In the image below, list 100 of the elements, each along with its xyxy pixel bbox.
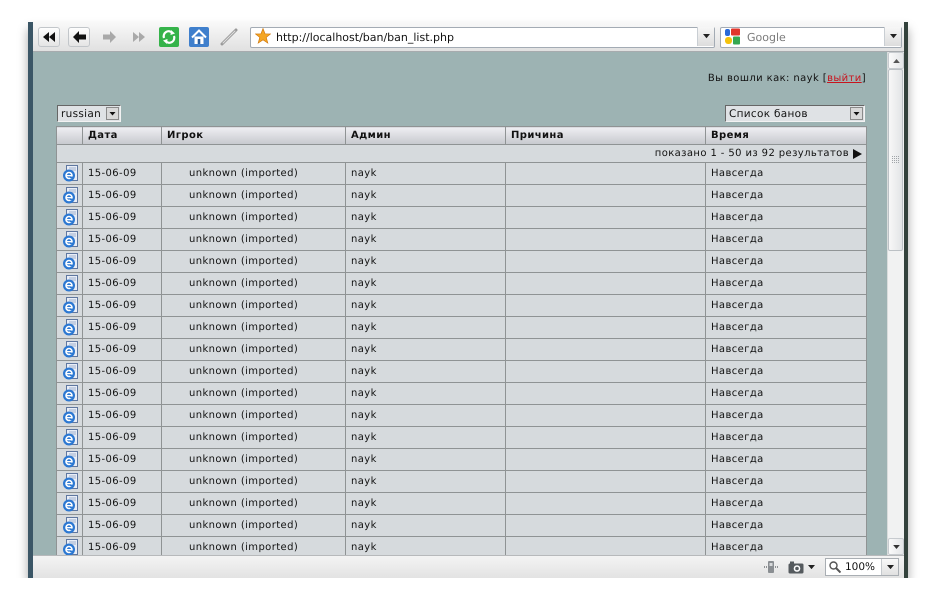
table-cell: Навсегда: [706, 470, 866, 492]
table-cell: Навсегда: [706, 448, 866, 470]
magnifier-icon: [829, 561, 841, 573]
table-cell: unknown (imported): [162, 338, 346, 360]
table-cell: 15-06-09: [82, 382, 162, 404]
table-cell: 15-06-09: [82, 426, 162, 448]
document-icon[interactable]: [62, 407, 78, 424]
table-cell: unknown (imported): [162, 492, 346, 514]
table-cell: 15-06-09: [82, 206, 162, 228]
table-cell: nayk: [346, 426, 506, 448]
caret-icon: [886, 564, 894, 570]
table-cell: 15-06-09: [82, 338, 162, 360]
table-cell: nayk: [346, 294, 506, 316]
document-icon[interactable]: [62, 517, 78, 534]
table-cell: unknown (imported): [162, 448, 346, 470]
next-page-icon[interactable]: [853, 148, 862, 158]
scrollbar-thumb[interactable]: [888, 69, 903, 251]
address-field[interactable]: http://localhost/ban/ban_list.php: [250, 27, 715, 48]
document-icon[interactable]: [62, 385, 78, 402]
table-cell: unknown (imported): [162, 228, 346, 250]
caret-icon: [890, 34, 896, 39]
document-icon[interactable]: [62, 429, 78, 446]
table-cell: nayk: [346, 470, 506, 492]
table-cell: Навсегда: [706, 294, 866, 316]
reload-button[interactable]: [158, 26, 180, 46]
document-icon[interactable]: [62, 473, 78, 490]
table-cell: unknown (imported): [162, 360, 346, 382]
language-select[interactable]: russian: [57, 105, 121, 122]
document-icon[interactable]: [62, 539, 78, 555]
document-icon[interactable]: [62, 495, 78, 512]
table-cell: Навсегда: [706, 338, 866, 360]
table-cell: unknown (imported): [162, 162, 346, 184]
document-icon[interactable]: [62, 451, 78, 468]
search-dropdown-button[interactable]: [884, 27, 901, 46]
view-select[interactable]: Список банов: [725, 105, 865, 122]
scroll-up-button[interactable]: [888, 52, 904, 69]
document-icon[interactable]: [62, 341, 78, 358]
double-left-arrow-icon: [43, 32, 55, 42]
table-cell: Навсегда: [706, 250, 866, 272]
table-cell: unknown (imported): [162, 426, 346, 448]
scroll-down-button[interactable]: [888, 538, 904, 555]
table-cell: 15-06-09: [82, 162, 162, 184]
left-arrow-icon: [72, 30, 86, 42]
table-cell: 15-06-09: [82, 184, 162, 206]
multicolor-logo-icon[interactable]: [724, 28, 741, 45]
table-cell: unknown (imported): [162, 294, 346, 316]
back-button[interactable]: [68, 26, 90, 46]
table-cell: Навсегда: [706, 206, 866, 228]
table-cell: Навсегда: [706, 162, 866, 184]
column-header: Время: [706, 126, 866, 144]
document-icon[interactable]: [62, 165, 78, 182]
document-icon[interactable]: [62, 231, 78, 248]
column-header: Дата: [82, 126, 162, 144]
home-button[interactable]: [188, 26, 210, 46]
document-icon[interactable]: [62, 209, 78, 226]
table-cell: nayk: [346, 184, 506, 206]
rewind-button[interactable]: [38, 26, 60, 46]
document-icon[interactable]: [62, 187, 78, 204]
document-icon[interactable]: [62, 275, 78, 292]
table-cell: unknown (imported): [162, 184, 346, 206]
table-cell: nayk: [346, 404, 506, 426]
reload-icon: [159, 26, 179, 46]
table-cell: 15-06-09: [82, 294, 162, 316]
pen-button[interactable]: [218, 26, 240, 46]
table-cell: nayk: [346, 316, 506, 338]
table-cell: nayk: [346, 492, 506, 514]
pen-icon: [220, 28, 238, 46]
table-cell: nayk: [346, 536, 506, 555]
table-cell: Навсегда: [706, 360, 866, 382]
column-header: Админ: [346, 126, 506, 144]
table-cell: Навсегда: [706, 404, 866, 426]
zoom-dropdown[interactable]: 100%: [825, 558, 899, 576]
document-icon[interactable]: [62, 253, 78, 270]
document-icon[interactable]: [62, 297, 78, 314]
address-dropdown-button[interactable]: [697, 27, 714, 46]
table-cell: nayk: [346, 382, 506, 404]
table-cell: Навсегда: [706, 382, 866, 404]
table-cell: unknown (imported): [162, 250, 346, 272]
table-cell: nayk: [346, 338, 506, 360]
table-cell: nayk: [346, 272, 506, 294]
document-icon[interactable]: [62, 319, 78, 336]
right-arrow-icon: [102, 30, 116, 42]
caret-icon: [702, 34, 710, 39]
table-cell: Навсегда: [706, 272, 866, 294]
device-icon[interactable]: [764, 560, 778, 574]
table-cell: unknown (imported): [162, 470, 346, 492]
table-cell: 15-06-09: [82, 272, 162, 294]
table-cell: nayk: [346, 162, 506, 184]
table-cell: 15-06-09: [82, 536, 162, 555]
grip-icon: [892, 156, 900, 164]
camera-icon: [788, 560, 804, 574]
table-cell: Навсегда: [706, 228, 866, 250]
document-icon[interactable]: [62, 363, 78, 380]
column-header: Причина: [506, 126, 706, 144]
table-cell: 15-06-09: [82, 360, 162, 382]
table-cell: unknown (imported): [162, 382, 346, 404]
table-cell: Навсегда: [706, 426, 866, 448]
table-cell: 15-06-09: [82, 404, 162, 426]
table-cell: 15-06-09: [82, 228, 162, 250]
scrollbar[interactable]: [887, 52, 904, 555]
